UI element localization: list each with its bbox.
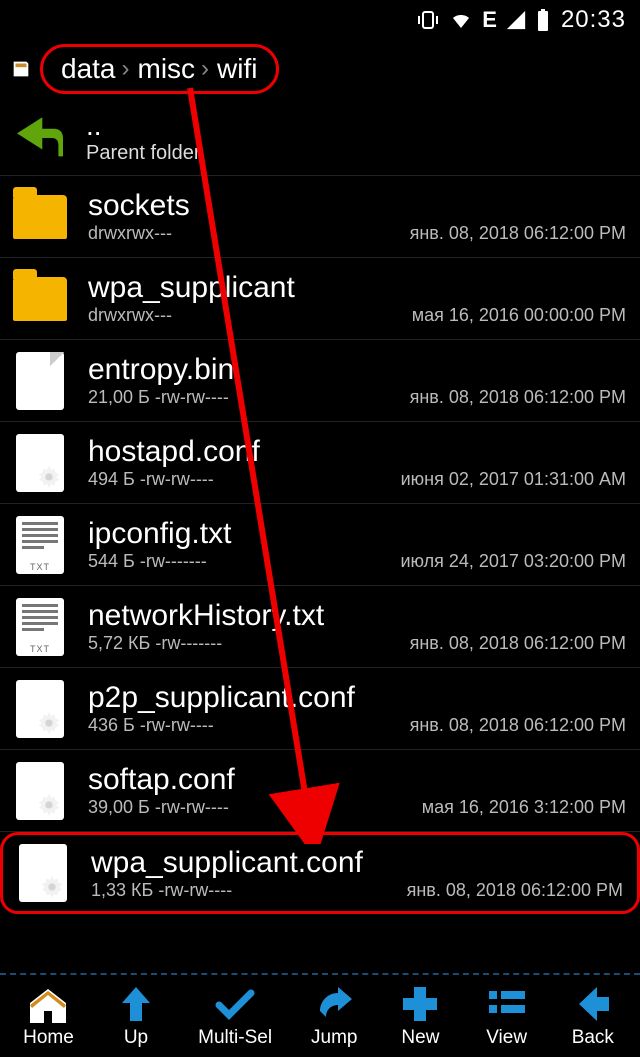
- file-name: p2p_supplicant.conf: [88, 681, 630, 715]
- sdcard-icon[interactable]: [10, 58, 32, 80]
- breadcrumb[interactable]: data› misc› wifi: [40, 44, 279, 94]
- file-info: hostapd.conf494 Б -rw-rw----июня 02, 201…: [88, 435, 630, 490]
- file-info: wpa_supplicant.conf1,33 КБ -rw-rw----янв…: [91, 846, 627, 901]
- file-thumb: [10, 186, 70, 248]
- breadcrumb-segment[interactable]: data›: [61, 53, 132, 85]
- nav-back[interactable]: Back: [569, 983, 617, 1049]
- breadcrumb-segment[interactable]: wifi: [217, 53, 257, 85]
- status-icons: E: [416, 7, 551, 33]
- file-info: entropy.bin21,00 Б -rw-rw----янв. 08, 20…: [88, 353, 630, 408]
- vibrate-icon: [416, 8, 440, 32]
- file-name: softap.conf: [88, 763, 630, 797]
- config-file-icon: [19, 844, 67, 902]
- nav-jump[interactable]: Jump: [310, 983, 358, 1049]
- battery-icon: [535, 8, 551, 32]
- file-thumb: TXT: [10, 514, 70, 576]
- file-row[interactable]: wpa_supplicantdrwxrwx---мая 16, 2016 00:…: [0, 258, 640, 340]
- top-bar: data› misc› wifi: [0, 40, 640, 106]
- text-file-icon: TXT: [16, 598, 64, 656]
- file-icon: [16, 352, 64, 410]
- file-row[interactable]: softap.conf39,00 Б -rw-rw----мая 16, 201…: [0, 750, 640, 832]
- text-file-icon: TXT: [16, 516, 64, 574]
- file-info: p2p_supplicant.conf436 Б -rw-rw----янв. …: [88, 681, 630, 736]
- signal-icon: [505, 9, 527, 31]
- file-row[interactable]: socketsdrwxrwx---янв. 08, 2018 06:12:00 …: [0, 176, 640, 258]
- status-bar: E 20:33: [0, 0, 640, 40]
- config-file-icon: [16, 434, 64, 492]
- file-name: entropy.bin: [88, 353, 630, 387]
- chevron-right-icon: ›: [122, 55, 130, 83]
- nav-view[interactable]: View: [483, 983, 531, 1049]
- file-meta: 5,72 КБ -rw-------янв. 08, 2018 06:12:00…: [88, 633, 630, 654]
- file-meta: 1,33 КБ -rw-rw----янв. 08, 2018 06:12:00…: [91, 880, 627, 901]
- file-list: socketsdrwxrwx---янв. 08, 2018 06:12:00 …: [0, 176, 640, 914]
- up-arrow-icon: [10, 113, 70, 163]
- file-meta: 21,00 Б -rw-rw----янв. 08, 2018 06:12:00…: [88, 387, 630, 408]
- nav-home[interactable]: Home: [23, 983, 74, 1049]
- file-row[interactable]: TXT ipconfig.txt544 Б -rw-------июля 24, …: [0, 504, 640, 586]
- chevron-right-icon: ›: [201, 55, 209, 83]
- parent-folder-row[interactable]: .. Parent folder: [0, 106, 640, 176]
- folder-icon: [13, 277, 67, 321]
- parent-folder-label: .. Parent folder: [86, 110, 201, 165]
- breadcrumb-segment[interactable]: misc›: [138, 53, 212, 85]
- nav-up[interactable]: Up: [112, 983, 160, 1049]
- file-meta: 494 Б -rw-rw----июня 02, 2017 01:31:00 A…: [88, 469, 630, 490]
- file-thumb: [10, 268, 70, 330]
- file-meta: drwxrwx---янв. 08, 2018 06:12:00 PM: [88, 223, 630, 244]
- nav-new[interactable]: New: [396, 983, 444, 1049]
- file-name: wpa_supplicant: [88, 271, 630, 305]
- file-info: networkHistory.txt5,72 КБ -rw-------янв.…: [88, 599, 630, 654]
- config-file-icon: [16, 762, 64, 820]
- nav-multi-select[interactable]: Multi-Sel: [198, 983, 272, 1049]
- file-thumb: TXT: [10, 596, 70, 658]
- file-info: softap.conf39,00 Б -rw-rw----мая 16, 201…: [88, 763, 630, 818]
- file-thumb: [10, 350, 70, 412]
- clock: 20:33: [561, 6, 626, 34]
- bottom-nav: Home Up Multi-Sel Jump New View Back: [0, 973, 640, 1049]
- file-meta: 544 Б -rw-------июля 24, 2017 03:20:00 P…: [88, 551, 630, 572]
- config-file-icon: [16, 680, 64, 738]
- file-name: sockets: [88, 189, 630, 223]
- file-info: wpa_supplicantdrwxrwx---мая 16, 2016 00:…: [88, 271, 630, 326]
- file-thumb: [13, 842, 73, 904]
- file-row[interactable]: wpa_supplicant.conf1,33 КБ -rw-rw----янв…: [0, 832, 640, 914]
- file-name: networkHistory.txt: [88, 599, 630, 633]
- file-meta: 436 Б -rw-rw----янв. 08, 2018 06:12:00 P…: [88, 715, 630, 736]
- folder-icon: [13, 195, 67, 239]
- file-thumb: [10, 678, 70, 740]
- file-thumb: [10, 432, 70, 494]
- file-name: wpa_supplicant.conf: [91, 846, 627, 880]
- wifi-icon: [448, 8, 474, 32]
- file-row[interactable]: entropy.bin21,00 Б -rw-rw----янв. 08, 20…: [0, 340, 640, 422]
- file-meta: drwxrwx---мая 16, 2016 00:00:00 PM: [88, 305, 630, 326]
- file-info: ipconfig.txt544 Б -rw-------июля 24, 201…: [88, 517, 630, 572]
- file-info: socketsdrwxrwx---янв. 08, 2018 06:12:00 …: [88, 189, 630, 244]
- file-name: hostapd.conf: [88, 435, 630, 469]
- file-row[interactable]: TXT networkHistory.txt5,72 КБ -rw-------я…: [0, 586, 640, 668]
- file-row[interactable]: p2p_supplicant.conf436 Б -rw-rw----янв. …: [0, 668, 640, 750]
- file-row[interactable]: hostapd.conf494 Б -rw-rw----июня 02, 201…: [0, 422, 640, 504]
- network-type: E: [482, 7, 497, 33]
- file-meta: 39,00 Б -rw-rw----мая 16, 2016 3:12:00 P…: [88, 797, 630, 818]
- file-thumb: [10, 760, 70, 822]
- file-name: ipconfig.txt: [88, 517, 630, 551]
